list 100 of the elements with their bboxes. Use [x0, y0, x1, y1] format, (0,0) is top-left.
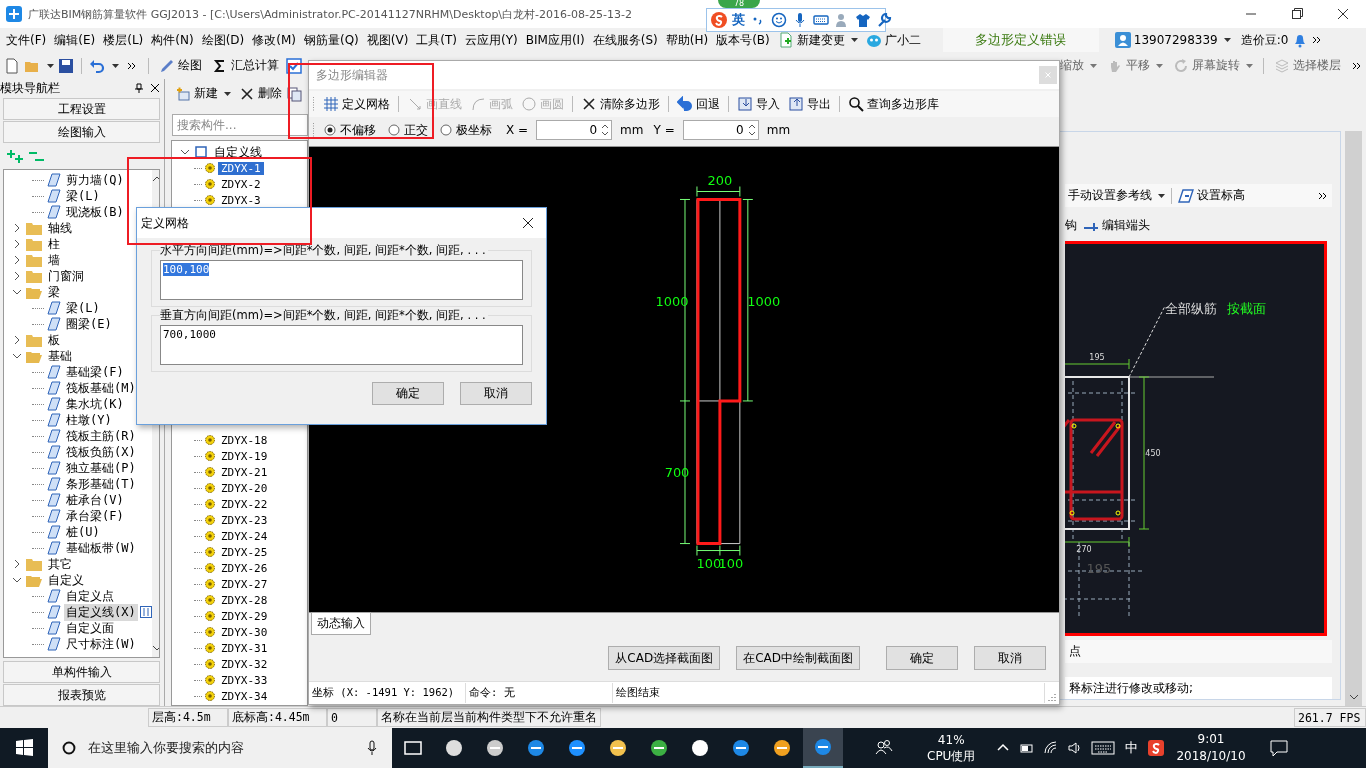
new-file-icon[interactable]: [4, 57, 20, 74]
menu-item[interactable]: 文件(F): [2, 31, 51, 49]
pin-icon[interactable]: [134, 83, 144, 93]
tree-item[interactable]: 桩(U): [64, 523, 102, 541]
menu-item[interactable]: 编辑(E): [50, 31, 100, 49]
tree-item[interactable]: 梁(L): [64, 299, 102, 317]
ime-logo-icon[interactable]: [1148, 740, 1165, 756]
dynamic-input-tab[interactable]: 动态输入: [311, 612, 371, 635]
menu-item[interactable]: 视图(V): [362, 31, 413, 49]
component-item[interactable]: ZDYX-22: [218, 497, 271, 511]
dialog-button[interactable]: 在CAD中绘制截面图: [736, 646, 860, 670]
input-language[interactable]: 中: [1125, 739, 1139, 757]
tree-item[interactable]: 独立基础(P): [64, 459, 138, 477]
resize-grip-icon[interactable]: [1047, 692, 1057, 702]
tree-item[interactable]: 自定义线(X): [64, 603, 138, 621]
component-item[interactable]: ZDYX-30: [218, 625, 271, 639]
component-item[interactable]: ZDYX-26: [218, 561, 271, 575]
tree-item[interactable]: 自定义点: [64, 587, 116, 605]
tree-item[interactable]: 筏板负筋(X): [64, 443, 138, 461]
tree-item[interactable]: 桩承台(V): [64, 491, 126, 509]
close-icon[interactable]: [522, 217, 534, 229]
component-item[interactable]: ZDYX-28: [218, 593, 271, 607]
scroll-up-icon[interactable]: [151, 174, 159, 184]
tree-item[interactable]: 现浇板(B): [64, 203, 126, 221]
component-item[interactable]: ZDYX-33: [218, 673, 271, 687]
grid-icon[interactable]: [139, 606, 152, 618]
more-icon[interactable]: [1318, 191, 1328, 200]
snap-mode-radio[interactable]: 极坐标: [440, 121, 492, 139]
pan-button[interactable]: 平移: [1104, 55, 1166, 76]
dialog-button[interactable]: 确定: [372, 382, 444, 405]
keyboard-icon[interactable]: [1091, 741, 1116, 755]
save-icon[interactable]: [58, 57, 74, 74]
chevron-right-icon[interactable]: [12, 335, 22, 345]
reference-line-button[interactable]: 手动设置参考线: [1065, 185, 1168, 207]
x-coordinate-field[interactable]: 0: [536, 120, 613, 140]
component-item[interactable]: ZDYX-18: [218, 433, 271, 447]
snap-mode-radio[interactable]: 正交: [388, 121, 428, 139]
editor-tool-button[interactable]: 导入: [734, 93, 783, 115]
folder-label[interactable]: 自定义: [46, 571, 86, 589]
folder-label[interactable]: 梁: [46, 283, 62, 301]
dialog-button[interactable]: 取消: [460, 382, 532, 405]
zoom-button[interactable]: 缩放: [1057, 55, 1100, 76]
chevron-down-icon[interactable]: [12, 575, 22, 585]
set-elevation-button[interactable]: 设置标高: [1175, 185, 1248, 207]
folder-label[interactable]: 基础: [46, 347, 74, 365]
new-change-button[interactable]: 新建变更: [773, 31, 862, 49]
component-item[interactable]: ZDYX-29: [218, 609, 271, 623]
chevron-down-icon[interactable]: [12, 351, 22, 361]
section-drawing-canvas[interactable]: 195 450 270 195 全部纵筋 按截面: [1065, 240, 1327, 636]
chevron-right-icon[interactable]: [12, 255, 22, 265]
module-tab[interactable]: 工程设置: [3, 98, 160, 120]
chevron-down-icon[interactable]: [180, 147, 190, 157]
component-item[interactable]: ZDYX-19: [218, 449, 271, 463]
dialog-button[interactable]: 从CAD选择截面图: [608, 646, 721, 670]
menu-item[interactable]: 绘图(D): [197, 31, 249, 49]
editor-tool-button[interactable]: 查询多边形库: [845, 93, 942, 115]
component-item[interactable]: ZDYX-1: [218, 161, 264, 175]
tree-item[interactable]: 承台梁(F): [64, 507, 126, 525]
rotate-screen-button[interactable]: 屏幕旋转: [1170, 55, 1256, 76]
clock-time[interactable]: 9:01: [1197, 731, 1225, 748]
shirt-icon[interactable]: [855, 12, 871, 28]
component-item[interactable]: ZDYX-20: [218, 481, 271, 495]
taskbar-search-field[interactable]: 在这里输入你要搜索的内容: [48, 728, 392, 768]
editor-tool-button[interactable]: 导出: [785, 93, 834, 115]
tree-item[interactable]: 梁(L): [64, 187, 102, 205]
search-field[interactable]: 搜索构件...: [172, 114, 308, 136]
wrench-icon[interactable]: [876, 12, 892, 28]
new-button[interactable]: 新建: [172, 83, 234, 104]
edit-end-button[interactable]: 编辑端头: [1080, 214, 1153, 236]
editor-tool-button[interactable]: 清除多边形: [578, 93, 663, 115]
folder-label[interactable]: 其它: [46, 555, 74, 573]
clock-date[interactable]: 2018/10/10: [1176, 748, 1246, 765]
dialog-button[interactable]: 确定: [886, 646, 958, 670]
tree-item[interactable]: 筏板基础(M): [64, 379, 138, 397]
menu-item[interactable]: BIM应用(I): [521, 31, 589, 49]
component-item[interactable]: ZDYX-23: [218, 513, 271, 527]
component-item[interactable]: ZDYX-27: [218, 577, 271, 591]
tree-item[interactable]: 剪力墙(Q): [64, 171, 126, 189]
delete-button[interactable]: 删除: [236, 83, 285, 104]
spacing-input-field[interactable]: 700,1000: [160, 325, 523, 365]
menu-item[interactable]: 修改(M): [248, 31, 300, 49]
menu-item[interactable]: 云应用(Y): [461, 31, 522, 49]
component-item[interactable]: ZDYX-21: [218, 465, 271, 479]
folder-label[interactable]: 板: [46, 331, 62, 349]
assistant-button[interactable]: 广小二: [861, 31, 925, 49]
copy-icon[interactable]: [287, 85, 303, 102]
close-icon[interactable]: [150, 83, 160, 93]
chevron-down-icon[interactable]: [12, 287, 22, 297]
menu-item[interactable]: 版本号(B): [712, 31, 774, 49]
component-item[interactable]: ZDYX-34: [218, 689, 271, 703]
menu-item[interactable]: 帮助(H): [661, 31, 713, 49]
chevron-right-icon[interactable]: [12, 223, 22, 233]
notification-icon[interactable]: [1267, 737, 1290, 759]
y-coordinate-field[interactable]: 0: [682, 120, 759, 140]
chevron-right-icon[interactable]: [12, 239, 22, 249]
folder-label[interactable]: 柱: [46, 235, 62, 253]
snap-mode-radio[interactable]: 不偏移: [324, 121, 376, 139]
folder-label[interactable]: 墙: [46, 251, 62, 269]
folder-label[interactable]: 门窗洞: [46, 267, 86, 285]
more-icon[interactable]: [1312, 36, 1323, 44]
